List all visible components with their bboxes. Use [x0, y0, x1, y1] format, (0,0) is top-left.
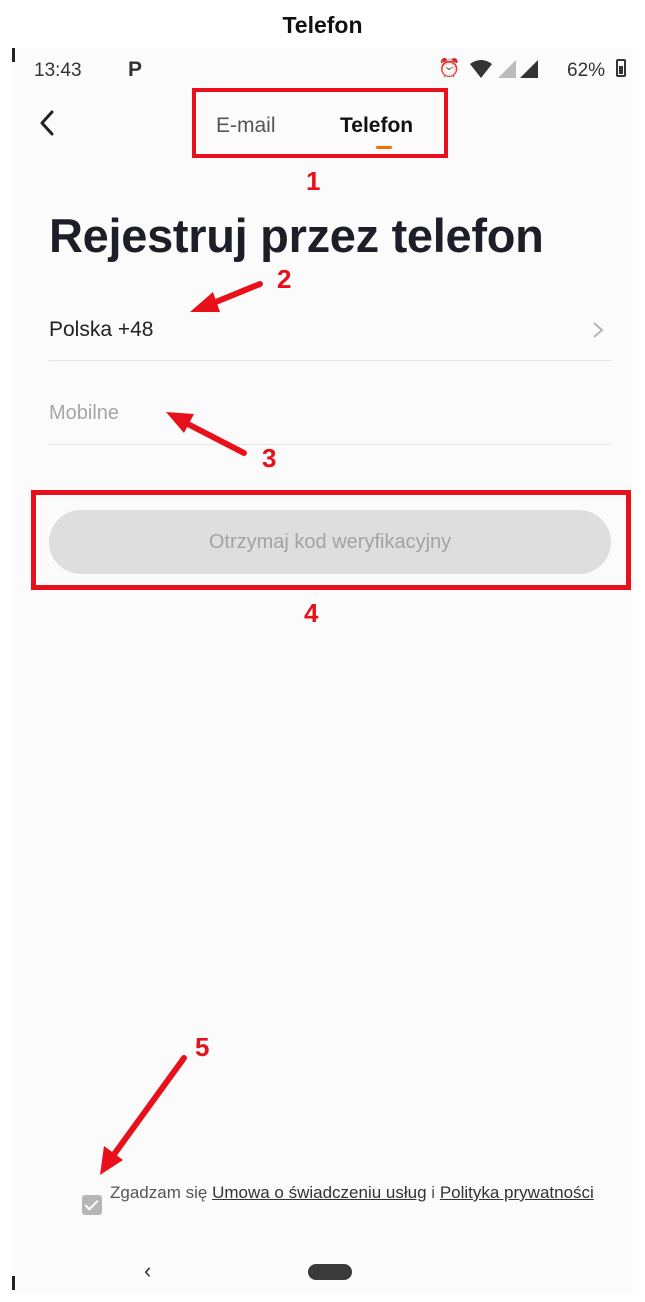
privacy-policy-link[interactable]: Polityka prywatności	[440, 1183, 594, 1202]
country-selector[interactable]: Polska +48	[49, 310, 611, 361]
nav-back-icon[interactable]: ‹	[144, 1258, 151, 1284]
status-time: 13:43	[34, 60, 82, 81]
annotation-5: 5	[195, 1032, 210, 1062]
country-code-label: Polska +48	[49, 318, 154, 341]
phone-screen: 13:43 P ⏰ 62% E-mail Telefon 1 Rejestruj…	[12, 48, 633, 1294]
wifi-icon	[470, 60, 492, 78]
mobile-input[interactable]	[49, 402, 589, 425]
chevron-right-icon	[593, 322, 604, 338]
battery-icon	[616, 59, 626, 77]
page-title: Rejestruj przez telefon	[49, 209, 544, 262]
tab-email[interactable]: E-mail	[216, 114, 276, 138]
annotation-4: 4	[304, 598, 319, 628]
consent-prefix: Zgadzam się	[110, 1183, 208, 1202]
alarm-icon: ⏰	[438, 58, 461, 78]
mobile-field	[49, 394, 611, 445]
annotation-1: 1	[306, 166, 321, 196]
tab-phone[interactable]: Telefon	[340, 114, 413, 138]
document-title: Telefon	[282, 12, 363, 38]
tab-bar: E-mail Telefon	[192, 88, 448, 158]
annotation-3: 3	[262, 443, 277, 473]
back-arrow-icon[interactable]	[34, 108, 64, 138]
battery-percent: 62%	[567, 60, 606, 81]
get-verification-code-button[interactable]: Otrzymaj kod weryfikacyjny	[49, 510, 611, 574]
system-nav-bar: ‹	[12, 1244, 633, 1294]
nav-home-icon[interactable]	[308, 1264, 352, 1280]
status-bar: 13:43 P ⏰ 62%	[12, 48, 633, 92]
active-tab-indicator	[376, 146, 392, 149]
signal-icon	[498, 60, 516, 78]
service-agreement-link[interactable]: Umowa o świadczeniu usług	[212, 1183, 427, 1202]
annotation-2: 2	[277, 264, 292, 294]
parking-app-icon: P	[128, 58, 143, 81]
signal-icon	[520, 60, 538, 78]
consent-checkbox[interactable]	[82, 1195, 102, 1215]
consent-conjunction: i	[431, 1183, 436, 1202]
